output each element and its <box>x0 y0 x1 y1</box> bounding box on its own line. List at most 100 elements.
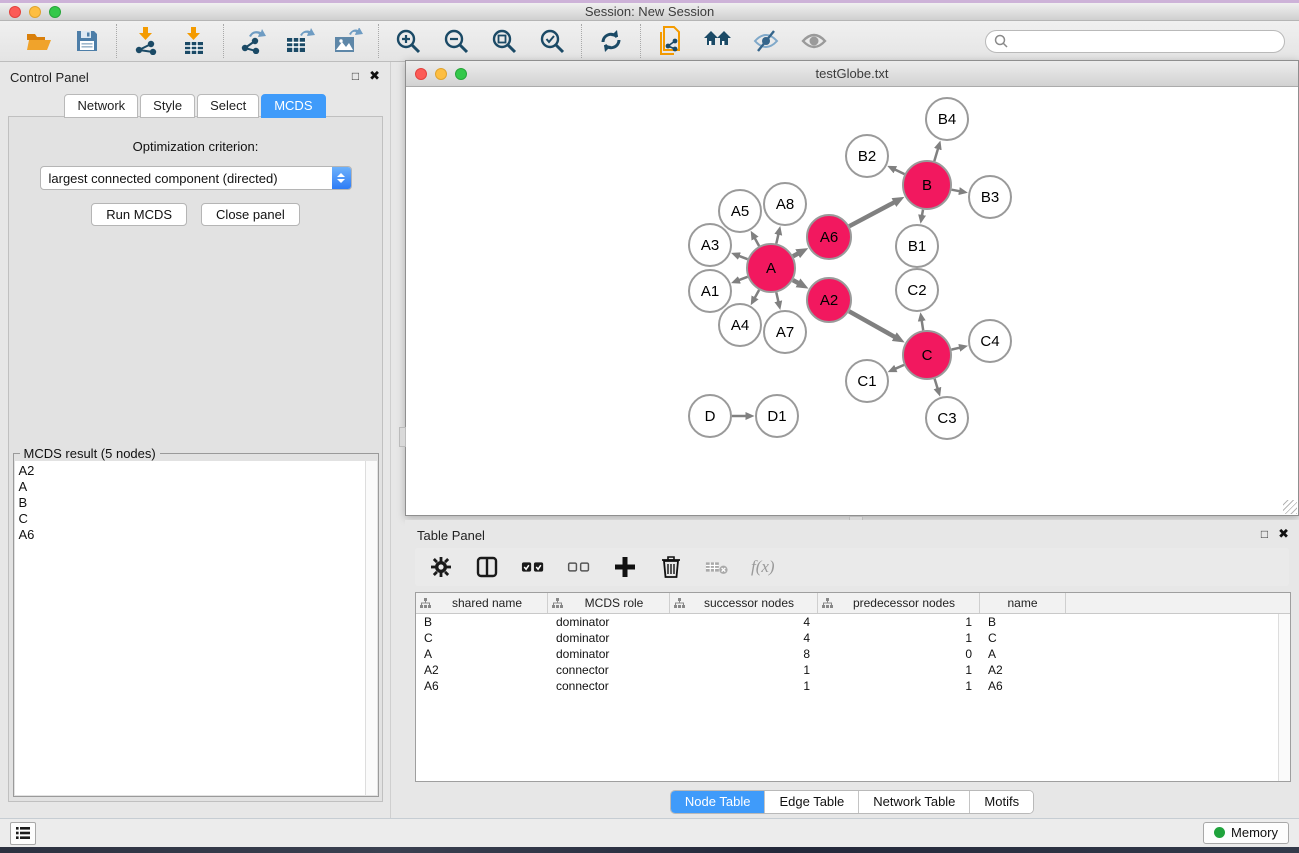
edge-A6-B[interactable] <box>849 202 894 226</box>
graph-node-C4[interactable]: C4 <box>969 320 1011 362</box>
edge-C-C4[interactable] <box>951 348 959 350</box>
tab-network[interactable]: Network <box>64 94 138 118</box>
cell[interactable]: A <box>980 647 1066 661</box>
graph-node-A5[interactable]: A5 <box>719 190 761 232</box>
edge-A-A1[interactable] <box>739 277 748 280</box>
cell[interactable]: dominator <box>548 647 670 661</box>
import-table-icon[interactable] <box>179 26 209 56</box>
edge-C-C3[interactable] <box>935 379 938 389</box>
run-mcds-button[interactable]: Run MCDS <box>91 203 187 226</box>
cell[interactable]: A2 <box>416 663 548 677</box>
graph-node-B4[interactable]: B4 <box>926 98 968 140</box>
result-list-scrollbar[interactable] <box>365 461 377 795</box>
graph-node-C3[interactable]: C3 <box>926 397 968 439</box>
edge-A-A4[interactable] <box>755 290 759 298</box>
table-scrollbar[interactable] <box>1278 614 1290 781</box>
edge-A2-C[interactable] <box>849 311 895 337</box>
cell[interactable]: B <box>416 615 548 629</box>
cell[interactable]: A6 <box>980 679 1066 693</box>
close-panel-icon[interactable]: ✖ <box>369 69 380 83</box>
graph-node-D1[interactable]: D1 <box>756 395 798 437</box>
export-network-icon[interactable] <box>238 26 268 56</box>
graph-node-A6[interactable]: A6 <box>807 215 851 259</box>
add-row-icon[interactable] <box>613 555 637 579</box>
column-header-successor-nodes[interactable]: successor nodes <box>670 593 818 613</box>
graph-node-C1[interactable]: C1 <box>846 360 888 402</box>
graph-node-A8[interactable]: A8 <box>764 183 806 225</box>
float-panel-icon[interactable]: □ <box>352 69 359 83</box>
cell[interactable]: A6 <box>416 679 548 693</box>
cell[interactable]: 4 <box>670 631 818 645</box>
deselect-all-icon[interactable] <box>567 555 591 579</box>
search-field[interactable] <box>985 30 1285 53</box>
resize-grip-icon[interactable] <box>1283 500 1297 514</box>
edge-B-B3[interactable] <box>952 190 960 192</box>
graph-node-A2[interactable]: A2 <box>807 278 851 322</box>
cell[interactable]: 1 <box>670 663 818 677</box>
delete-row-icon[interactable] <box>659 555 683 579</box>
cell[interactable]: 1 <box>818 663 980 677</box>
table-row-c[interactable]: Cdominator41C <box>416 630 1290 646</box>
cell[interactable]: 1 <box>670 679 818 693</box>
save-session-icon[interactable] <box>72 26 102 56</box>
apply-layout-icon[interactable] <box>596 26 626 56</box>
zoom-window-button[interactable] <box>49 6 61 18</box>
graph-node-B[interactable]: B <box>903 161 951 209</box>
edge-C-C1[interactable] <box>895 365 904 369</box>
graph-node-A7[interactable]: A7 <box>764 311 806 353</box>
tab-select[interactable]: Select <box>197 94 259 118</box>
graph-node-A4[interactable]: A4 <box>719 304 761 346</box>
table-row-a6[interactable]: A6connector11A6 <box>416 678 1290 694</box>
table-row-b[interactable]: Bdominator41B <box>416 614 1290 630</box>
network-minimize-button[interactable] <box>435 68 447 80</box>
zoom-fit-icon[interactable] <box>489 26 519 56</box>
close-window-button[interactable] <box>9 6 21 18</box>
export-table-icon[interactable] <box>286 26 316 56</box>
tab-edge-table[interactable]: Edge Table <box>765 791 859 813</box>
cell[interactable]: dominator <box>548 615 670 629</box>
cell[interactable]: A <box>416 647 548 661</box>
criterion-dropdown[interactable]: largest connected component (directed) <box>40 166 352 190</box>
float-table-panel-icon[interactable]: □ <box>1261 527 1268 541</box>
network-close-button[interactable] <box>415 68 427 80</box>
edge-A-A6[interactable] <box>793 254 798 257</box>
memory-button[interactable]: Memory <box>1203 822 1289 844</box>
graph-node-C[interactable]: C <box>903 331 951 379</box>
edge-B-B4[interactable] <box>934 149 938 161</box>
network-from-selection-icon[interactable] <box>655 26 685 56</box>
hide-graphics-details-icon[interactable] <box>751 26 781 56</box>
select-all-icon[interactable] <box>521 555 545 579</box>
cell[interactable]: 1 <box>818 631 980 645</box>
zoom-out-icon[interactable] <box>441 26 471 56</box>
tab-style[interactable]: Style <box>140 94 195 118</box>
cell[interactable]: 0 <box>818 647 980 661</box>
graph-node-D[interactable]: D <box>689 395 731 437</box>
graph-node-B3[interactable]: B3 <box>969 176 1011 218</box>
tab-motifs[interactable]: Motifs <box>970 791 1033 813</box>
function-builder-icon[interactable]: f(x) <box>751 557 775 577</box>
edge-A-A2[interactable] <box>793 280 799 283</box>
edge-A-A8[interactable] <box>776 234 778 243</box>
graph-node-A3[interactable]: A3 <box>689 224 731 266</box>
table-options-icon[interactable] <box>429 555 453 579</box>
close-table-panel-icon[interactable]: ✖ <box>1278 527 1289 541</box>
cell[interactable]: A2 <box>980 663 1066 677</box>
delete-table-icon[interactable] <box>705 555 729 579</box>
cell[interactable]: 1 <box>818 615 980 629</box>
vertical-splitter-handle[interactable] <box>399 427 406 447</box>
search-input[interactable] <box>1013 34 1276 48</box>
tab-mcds[interactable]: MCDS <box>261 94 325 118</box>
graph-node-B2[interactable]: B2 <box>846 135 888 177</box>
cell[interactable]: connector <box>548 663 670 677</box>
cell[interactable]: C <box>980 631 1066 645</box>
close-panel-button[interactable]: Close panel <box>201 203 300 226</box>
graph-node-A1[interactable]: A1 <box>689 270 731 312</box>
tab-network-table[interactable]: Network Table <box>859 791 970 813</box>
zoom-selected-icon[interactable] <box>537 26 567 56</box>
export-image-icon[interactable] <box>334 26 364 56</box>
network-canvas[interactable]: AA1A2A3A4A5A6A7A8BB1B2B3B4CC1C2C3C4DD1 <box>406 87 1298 515</box>
cell[interactable]: B <box>980 615 1066 629</box>
cell[interactable]: 1 <box>818 679 980 693</box>
table-row-a[interactable]: Adominator80A <box>416 646 1290 662</box>
task-history-button[interactable] <box>10 822 36 845</box>
